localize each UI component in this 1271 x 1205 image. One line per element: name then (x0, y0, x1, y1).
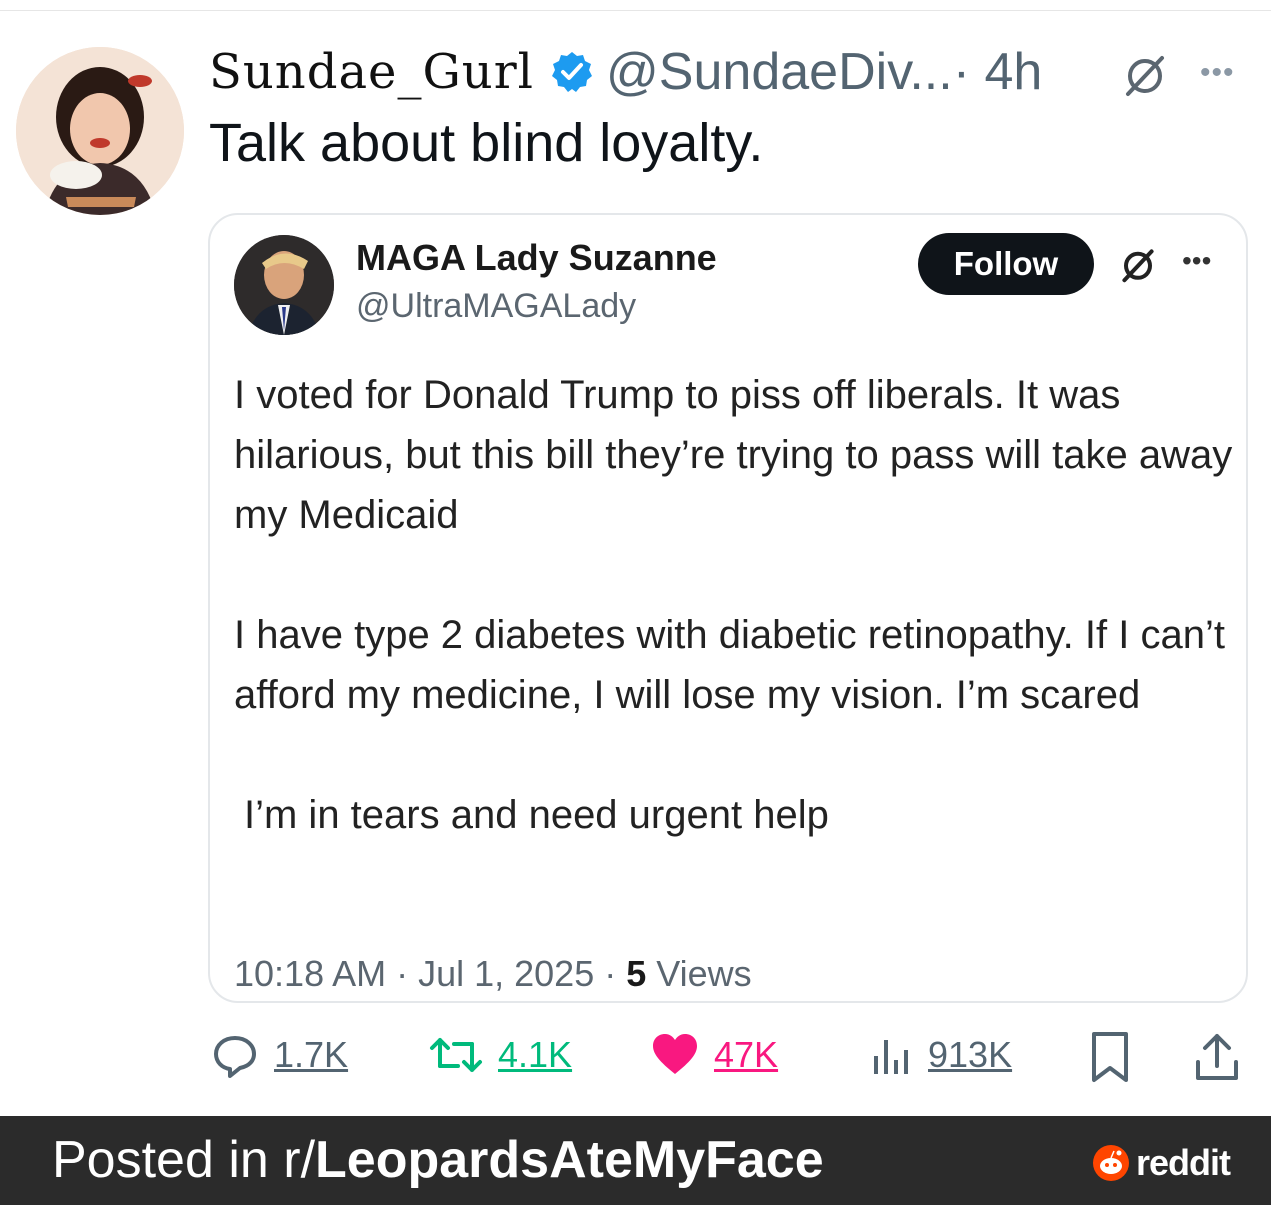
author-avatar[interactable] (16, 47, 184, 215)
author-handle[interactable]: @SundaeDiv... (606, 42, 953, 102)
repost-button[interactable]: 4.1K (428, 1030, 572, 1080)
reddit-wordmark: reddit (1136, 1142, 1231, 1183)
grok-icon[interactable] (1120, 50, 1170, 100)
reply-count: 1.7K (274, 1034, 349, 1075)
posted-in-prefix: Posted in r/ (52, 1131, 316, 1189)
quoted-author-name[interactable]: MAGA Lady Suzanne (356, 237, 717, 279)
tweet-text: Talk about blind loyalty. (209, 113, 764, 173)
quoted-paragraph: I’m in tears and need urgent help (244, 793, 829, 837)
like-button[interactable]: 47K (650, 1030, 778, 1080)
quoted-tweet-card[interactable]: MAGA Lady Suzanne @UltraMAGALady Follow … (208, 213, 1248, 1003)
repost-icon (430, 1038, 482, 1072)
quoted-views-count: 5 (626, 953, 647, 994)
quoted-paragraph: I voted for Donald Trump to piss off lib… (234, 373, 1233, 537)
quoted-meta: 10:18 AM · Jul 1, 2025 · 5 Views (234, 953, 752, 995)
views-count: 913K (928, 1034, 1013, 1075)
reddit-logo[interactable]: reddit (1092, 1142, 1231, 1184)
quoted-grok-icon[interactable] (1118, 245, 1158, 285)
tweet-timestamp[interactable]: · 4h (953, 42, 1043, 102)
repost-count: 4.1K (498, 1034, 573, 1075)
tweet-actions-bar: 1.7K 4.1K 47K 913K (210, 1030, 1250, 1100)
share-icon (1196, 1034, 1238, 1080)
quoted-paragraph: I have type 2 diabetes with diabetic ret… (234, 613, 1225, 717)
like-count: 47K (714, 1034, 779, 1075)
tweet-header: Sundae_Gurl @SundaeDiv... · 4h (209, 40, 1042, 104)
reddit-alien-icon (1093, 1145, 1129, 1181)
top-divider (0, 10, 1271, 11)
reply-icon (214, 1036, 256, 1078)
bookmark-icon (1092, 1032, 1128, 1082)
subreddit-name[interactable]: LeopardsAteMyFace (315, 1131, 824, 1189)
quoted-tweet-body: I voted for Donald Trump to piss off lib… (234, 365, 1234, 905)
quoted-author-handle[interactable]: @UltraMAGALady (356, 287, 636, 326)
author-display-name[interactable]: Sundae_Gurl (209, 44, 534, 100)
bookmark-button[interactable] (1088, 1030, 1146, 1086)
verified-badge-icon (550, 50, 594, 94)
heart-icon (653, 1034, 697, 1074)
views-button[interactable]: 913K (870, 1030, 1012, 1080)
posted-in-text: Posted in r/LeopardsAteMyFace (52, 1130, 824, 1190)
more-options-icon[interactable]: ••• (1200, 56, 1235, 90)
share-button[interactable] (1192, 1030, 1256, 1086)
analytics-bars-icon (874, 1040, 908, 1074)
follow-button[interactable]: Follow (918, 233, 1094, 295)
quoted-views-label: Views (646, 953, 752, 994)
reddit-footer-banner: Posted in r/LeopardsAteMyFace reddit (0, 1116, 1271, 1205)
quoted-more-options-icon[interactable]: ••• (1182, 245, 1211, 277)
reply-button[interactable]: 1.7K (210, 1030, 348, 1080)
quoted-timestamp[interactable]: 10:18 AM · Jul 1, 2025 · (234, 953, 626, 994)
quoted-author-avatar[interactable] (234, 235, 334, 335)
